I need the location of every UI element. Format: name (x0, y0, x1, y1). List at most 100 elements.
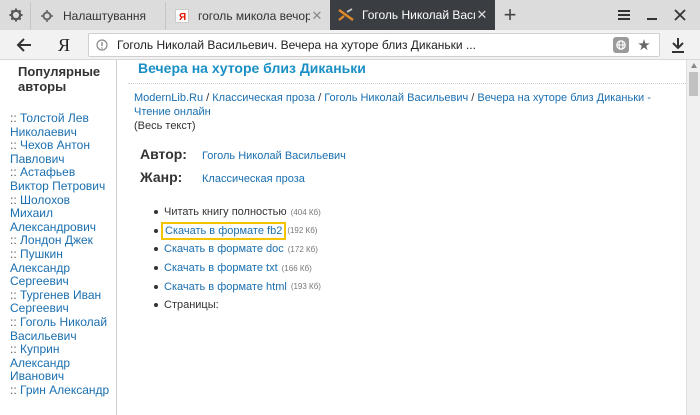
title-divider (128, 83, 686, 84)
svg-text:Я: Я (179, 12, 186, 23)
author-list-item[interactable]: :: Пушкин Александр Сергеевич (10, 246, 116, 289)
breadcrumb-separator: / (203, 92, 213, 104)
bullet-icon (154, 228, 158, 233)
bookmark-star-icon[interactable]: ★ (635, 36, 653, 54)
bullet-icon (154, 247, 158, 252)
download-arrow-icon[interactable] (666, 34, 690, 56)
author-separator: :: (10, 246, 17, 261)
close-window-icon[interactable] (668, 3, 692, 27)
author-link[interactable]: Гоголь Николай Васильевич (202, 150, 346, 162)
download-list-item: Читать книгу полностью (404 Кб) (154, 203, 321, 222)
author-link[interactable]: Тургенев Иван Сергеевич (10, 288, 101, 316)
download-text[interactable]: Читать книгу полностью (164, 206, 287, 218)
author-list-item[interactable]: :: Шолохов Михаил Александрович (10, 192, 116, 235)
author-separator: :: (10, 233, 17, 248)
author-link[interactable]: Куприн Александр Иванович (10, 342, 70, 383)
author-separator: :: (10, 138, 17, 153)
author-list-item[interactable]: :: Толстой Лев Николаевич (10, 111, 116, 139)
author-link[interactable]: Чехов Антон Павлович (10, 138, 90, 166)
download-text: Страницы: (164, 299, 219, 312)
breadcrumb-link[interactable]: Классическая проза (212, 92, 315, 104)
author-list-item[interactable]: :: Грин Александр (10, 382, 116, 398)
bullet-icon (154, 303, 158, 308)
download-list-item: Страницы: (154, 296, 321, 315)
close-tab-icon[interactable]: ✕ (475, 7, 489, 22)
download-list-item: Скачать в формате fb2 (192 Кб) (154, 221, 321, 241)
settings-gear-icon[interactable] (4, 3, 28, 27)
main-content: Вечера на хуторе близ Диканьки ModernLib… (118, 60, 686, 415)
download-list: Читать книгу полностью (404 Кб) Скачать в … (154, 203, 321, 315)
genre-link[interactable]: Классическая проза (202, 173, 305, 185)
settings-tab-gear-icon (39, 8, 55, 24)
author-separator: :: (10, 342, 17, 357)
breadcrumb-suffix: (Весь текст) (134, 120, 196, 132)
breadcrumb: ModernLib.Ru / Классическая проза / Гого… (134, 91, 686, 133)
author-separator: :: (10, 314, 17, 329)
author-separator: :: (10, 111, 17, 125)
book-site-favicon-icon (338, 7, 354, 23)
page-scrollbar[interactable] (686, 60, 700, 415)
breadcrumb-link[interactable]: ModernLib.Ru (134, 92, 203, 104)
author-link[interactable]: Астафьев Виктор Петрович (10, 165, 105, 193)
download-link[interactable]: Скачать в формате doc (164, 243, 284, 255)
author-list-item[interactable]: :: Гоголь Николай Васильевич (10, 314, 116, 343)
author-link[interactable]: Пушкин Александр Сергеевич (10, 247, 70, 288)
tab-active-book[interactable]: Гоголь Николай Василь ✕ (330, 0, 495, 30)
yandex-favicon-icon: Я (174, 8, 190, 24)
popular-authors-sidebar: Популярные авторы :: Толстой Лев Николае… (0, 60, 117, 415)
author-separator: :: (10, 192, 17, 207)
tab-title: гоголь микола вечори на х (198, 9, 310, 23)
author-link[interactable]: Грин Александр (20, 383, 109, 397)
author-link[interactable]: Гоголь Николай Васильевич (10, 315, 107, 343)
breadcrumb-link[interactable]: Гоголь Николай Васильевич (324, 92, 468, 104)
tab-title: Гоголь Николай Василь (362, 8, 475, 22)
author-separator: :: (10, 165, 17, 180)
author-link[interactable]: Толстой Лев Николаевич (10, 111, 89, 139)
download-link[interactable]: Скачать в формате html (164, 281, 287, 293)
download-link[interactable]: Скачать в формате fb2 (160, 221, 287, 240)
file-size: (166 Кб) (281, 263, 312, 273)
author-list-item[interactable]: :: Куприн Александр Иванович (10, 342, 116, 384)
author-link[interactable]: Шолохов Михаил Александрович (10, 193, 96, 234)
author-separator: :: (10, 287, 17, 302)
book-title: Вечера на хуторе близ Диканьки (138, 60, 366, 76)
file-size: (193 Кб) (290, 282, 321, 292)
author-list-item[interactable]: :: Астафьев Виктор Петрович (10, 166, 116, 193)
back-arrow-icon[interactable] (12, 34, 36, 56)
author-label: Автор: (140, 146, 187, 162)
download-link[interactable]: Скачать в формате txt (164, 262, 278, 274)
file-size: (192 Кб) (287, 226, 318, 236)
bullet-icon (154, 266, 158, 271)
new-tab-plus-icon[interactable]: + (498, 3, 522, 27)
menu-hamburger-icon[interactable] (612, 3, 636, 27)
scroll-up-arrow-icon[interactable] (690, 62, 698, 70)
scroll-thumb[interactable] (689, 72, 698, 96)
tab-title: Налаштування (63, 9, 146, 23)
bullet-icon (154, 284, 158, 289)
breadcrumb-separator: / (468, 92, 478, 104)
file-size: (172 Кб) (287, 244, 318, 254)
page-info-icon[interactable] (95, 38, 109, 52)
author-list-item[interactable]: :: Тургенев Иван Сергеевич (10, 287, 116, 316)
author-row: Автор: Гоголь Николай Васильевич (140, 146, 346, 162)
close-tab-icon[interactable]: ✕ (310, 8, 324, 23)
yandex-logo[interactable]: Я (56, 34, 72, 56)
genre-row: Жанр: Классическая проза (140, 169, 305, 185)
breadcrumb-separator: / (315, 92, 325, 104)
author-link[interactable]: Лондон Джек (20, 233, 93, 248)
address-bar[interactable]: Гоголь Николай Васильевич. Вечера на хут… (88, 33, 660, 57)
tab-search[interactable]: Я гоголь микола вечори на х ✕ (165, 2, 330, 30)
download-list-item: Скачать в формате txt (166 Кб) (154, 259, 321, 278)
download-list-item: Скачать в формате doc (172 Кб) (154, 240, 321, 259)
tab-strip: Налаштування Я гоголь микола вечори на х… (0, 0, 700, 30)
navigation-bar: Я Гоголь Николай Васильевич. Вечера на х… (0, 30, 700, 60)
author-separator: :: (10, 382, 17, 397)
tab-settings[interactable]: Налаштування (30, 2, 165, 30)
sidebar-heading: Популярные авторы (18, 64, 101, 94)
author-list-item[interactable]: :: Лондон Джек (10, 234, 116, 248)
url-text[interactable]: Гоголь Николай Васильевич. Вечера на хут… (117, 38, 476, 52)
bullet-icon (154, 210, 158, 215)
protect-shield-icon[interactable] (613, 37, 629, 53)
minimize-icon[interactable] (640, 3, 664, 27)
author-list-item[interactable]: :: Чехов Антон Павлович (10, 138, 116, 166)
